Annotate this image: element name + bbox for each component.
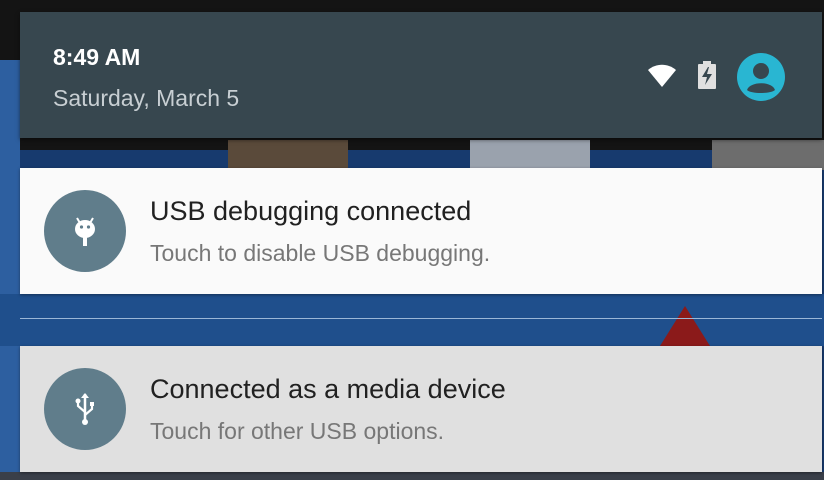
wallpaper-tile (470, 140, 590, 170)
notification-title: Connected as a media device (150, 374, 506, 404)
notification-media-device[interactable]: Connected as a media device Touch for ot… (20, 346, 822, 472)
usb-icon (44, 368, 126, 450)
notification-title: USB debugging connected (150, 196, 472, 226)
wifi-icon (647, 64, 677, 93)
wallpaper-tile (712, 140, 824, 170)
notification-subtitle: Touch for other USB options. (150, 418, 445, 444)
android-debug-icon (44, 190, 126, 272)
battery-charging-icon (698, 61, 716, 94)
divider (20, 318, 822, 319)
wallpaper-left-strip (0, 60, 20, 480)
quick-settings-header[interactable]: 8:49 AM Saturday, March 5 (20, 12, 822, 138)
notification-usb-debugging[interactable]: USB debugging connected Touch to disable… (20, 168, 822, 294)
wallpaper-tile (228, 140, 348, 170)
wallpaper-bottom-band (0, 472, 824, 480)
user-account-icon[interactable] (736, 52, 786, 107)
notification-subtitle: Touch to disable USB debugging. (150, 240, 491, 266)
clock-time[interactable]: 8:49 AM (53, 44, 140, 71)
date-label[interactable]: Saturday, March 5 (53, 85, 239, 112)
